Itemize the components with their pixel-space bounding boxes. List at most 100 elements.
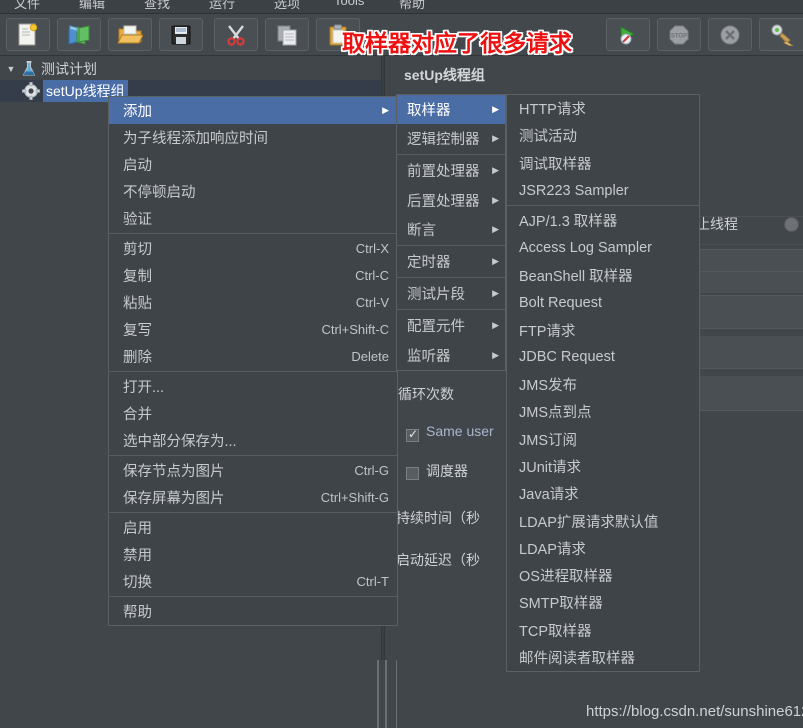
sampler-submenu[interactable]: HTTP请求测试活动调试取样器 JSR223 Sampler AJP/1.3 取样器… (506, 94, 700, 673)
menubar-item-file[interactable]: 文件 (14, 0, 40, 12)
sampler-menu-item[interactable]: JDBC Request (507, 344, 699, 371)
scheduler-checkbox[interactable] (406, 467, 419, 480)
sampler-menu-item[interactable]: JSR223 Sampler (507, 177, 699, 204)
context-menu-item[interactable]: 保存节点为图片 Ctrl-G (109, 457, 397, 484)
loop-count-label: 循环次数 (398, 386, 454, 402)
sampler-menu-item[interactable]: Access Log Sampler (507, 234, 699, 261)
cut-button[interactable] (214, 18, 258, 51)
sampler-menu-item[interactable]: AJP/1.3 取样器 (507, 207, 699, 234)
context-menu-item-accelerator: Ctrl-X (355, 241, 389, 256)
sampler-menu-item[interactable]: BeanShell 取样器 (507, 262, 699, 289)
start-button[interactable] (606, 18, 650, 51)
chevron-right-icon: ▶ (492, 165, 499, 176)
context-menu-item[interactable]: 删除 Delete (109, 343, 397, 370)
sampler-menu-item-label: JUnit请求 (519, 460, 582, 476)
context-menu-item[interactable]: 为子线程添加响应时间 (109, 124, 397, 151)
sampler-menu-item[interactable]: 调试取样器 (507, 150, 699, 177)
bottom-splitter-right[interactable] (396, 660, 397, 728)
sampler-menu-item[interactable]: HTTP请求 (507, 95, 699, 122)
chevron-down-icon[interactable]: ▼ (4, 62, 18, 76)
context-menu-item[interactable]: 剪切 Ctrl-X (109, 235, 397, 262)
menubar-item-options[interactable]: 选项 (274, 0, 300, 12)
context-menu-item[interactable]: 启用 (109, 514, 397, 541)
sampler-menu-item[interactable]: LDAP扩展请求默认值 (507, 507, 699, 534)
sampler-menu-item[interactable]: FTP请求 (507, 316, 699, 343)
add-submenu-item[interactable]: 断言 ▶ (397, 215, 505, 244)
sampler-menu-item[interactable]: OS进程取样器 (507, 562, 699, 589)
jmeter-window: 文件 编辑 查找 运行 选项 Tools 帮助 STOP ▼ 测试计划 setU… (0, 0, 803, 728)
clear-all-button[interactable] (759, 18, 803, 51)
add-submenu-item[interactable]: 后置处理器 ▶ (397, 186, 505, 215)
sampler-menu-item[interactable]: 邮件阅读者取样器 (507, 644, 699, 671)
sampler-menu-separator (507, 205, 699, 207)
context-menu-item[interactable]: 合并 (109, 400, 397, 427)
menubar-item-tools[interactable]: Tools (334, 0, 364, 8)
sampler-menu-item[interactable]: SMTP取样器 (507, 589, 699, 616)
save-button[interactable] (159, 18, 203, 51)
add-submenu-item[interactable]: 取样器 ▶ (397, 95, 505, 125)
sampler-menu-item[interactable]: JMS发布 (507, 371, 699, 398)
sampler-menu-item-label: JMS发布 (519, 378, 577, 395)
bottom-splitter-mid[interactable] (385, 660, 387, 728)
context-menu-item[interactable]: 切换 Ctrl-T (109, 568, 397, 595)
menubar-item-search[interactable]: 查找 (144, 0, 170, 12)
sampler-menu-item[interactable]: JMS点到点 (507, 398, 699, 425)
context-menu-item[interactable]: 复制 Ctrl-C (109, 262, 397, 289)
green-play-icon (616, 24, 640, 46)
context-menu-item-label: 复制 (123, 269, 152, 285)
context-menu-item[interactable]: 复写 Ctrl+Shift-C (109, 316, 397, 343)
sampler-menu-item[interactable]: LDAP请求 (507, 535, 699, 562)
context-menu-item[interactable]: 选中部分保存为... (109, 427, 397, 454)
context-menu-item[interactable]: 启动 (109, 151, 397, 178)
menubar-item-edit[interactable]: 编辑 (79, 0, 105, 12)
sampler-menu-item[interactable]: JMS订阅 (507, 426, 699, 453)
sampler-menu-item-label: BeanShell 取样器 (519, 268, 633, 285)
context-menu-item-label: 帮助 (123, 605, 152, 621)
add-submenu-item[interactable]: 前置处理器 ▶ (397, 156, 505, 185)
context-menu-item[interactable]: 验证 (109, 205, 397, 232)
sampler-menu-item-label: LDAP请求 (519, 541, 586, 558)
menubar-item-help[interactable]: 帮助 (399, 0, 425, 12)
chevron-right-icon: ▶ (492, 194, 499, 205)
context-menu-item[interactable]: 保存屏幕为图片 Ctrl+Shift-G (109, 484, 397, 511)
sampler-menu-item[interactable]: TCP取样器 (507, 617, 699, 644)
same-user-checkbox[interactable] (406, 427, 419, 442)
add-submenu-separator (397, 244, 505, 246)
bottom-splitter-left[interactable] (377, 660, 379, 728)
sampler-menu-item-label: 测试活动 (519, 129, 577, 146)
shutdown-button[interactable] (708, 18, 752, 51)
sampler-menu-item[interactable]: Java请求 (507, 480, 699, 507)
context-menu-item[interactable]: 禁用 (109, 541, 397, 568)
context-menu-item[interactable]: 帮助 (109, 598, 397, 625)
stop-thread-radio[interactable] (784, 217, 799, 232)
add-submenu-item[interactable]: 定时器 ▶ (397, 247, 505, 276)
add-submenu-item[interactable]: 逻辑控制器 ▶ (397, 124, 505, 153)
context-menu-item-accelerator: Ctrl-C (355, 268, 389, 283)
scissors-icon (225, 24, 247, 46)
duration-label: 持续时间（秒 (396, 510, 480, 526)
sampler-menu-item[interactable]: 测试活动 (507, 122, 699, 149)
context-menu[interactable]: 添加 ▶ 为子线程添加响应时间 启动 不停顿启动 验证剪切 Ctrl-X 复制 Ctrl-C 粘贴… (108, 96, 398, 626)
context-menu-item[interactable]: 添加 ▶ (109, 97, 397, 124)
same-user-label: Same user (426, 423, 494, 439)
add-submenu[interactable]: 取样器 ▶ 逻辑控制器 ▶ 前置处理器 ▶ 后置处理器 ▶ 断言 ▶ 定时器 ▶ 测试片段 ▶ 配置元件 ▶ 监… (396, 94, 506, 371)
add-submenu-item[interactable]: 测试片段 ▶ (397, 279, 505, 308)
tree-node-test-plan[interactable]: ▼ 测试计划 (0, 58, 381, 80)
menubar-item-run[interactable]: 运行 (209, 0, 235, 12)
stop-button[interactable]: STOP (657, 18, 701, 51)
sampler-menu-item[interactable]: JUnit请求 (507, 453, 699, 480)
sampler-menu-item[interactable]: Bolt Request (507, 289, 699, 316)
open-button[interactable] (108, 18, 152, 51)
context-menu-item[interactable]: 不停顿启动 (109, 178, 397, 205)
context-menu-item[interactable]: 粘贴 Ctrl-V (109, 289, 397, 316)
add-submenu-item[interactable]: 监听器 ▶ (397, 341, 505, 370)
copy-button[interactable] (265, 18, 309, 51)
context-menu-item-label: 保存屏幕为图片 (123, 491, 225, 507)
add-submenu-item-label: 逻辑控制器 (407, 132, 480, 149)
context-menu-item[interactable]: 打开... (109, 373, 397, 400)
context-menu-item-accelerator: Ctrl-G (354, 463, 389, 478)
add-submenu-item[interactable]: 配置元件 ▶ (397, 311, 505, 340)
new-test-plan-button[interactable] (6, 18, 50, 51)
templates-button[interactable] (57, 18, 101, 51)
flask-icon (20, 60, 38, 78)
